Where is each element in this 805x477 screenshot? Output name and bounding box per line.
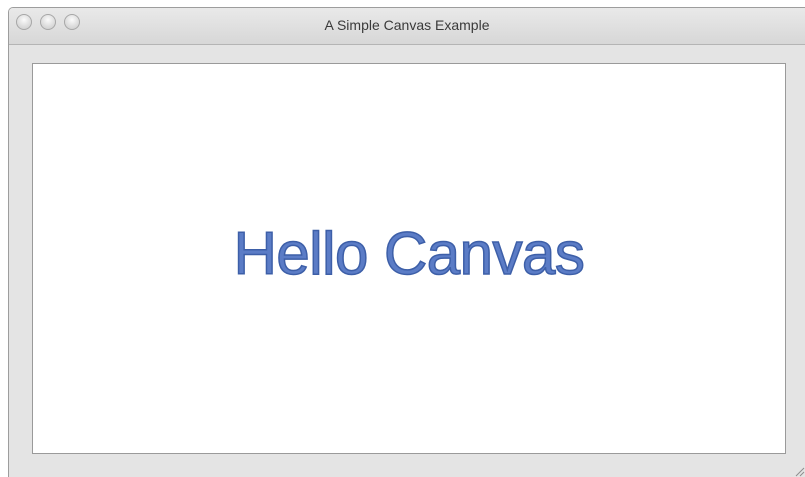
resize-grip-icon[interactable] — [793, 465, 805, 477]
window-title: A Simple Canvas Example — [324, 17, 490, 33]
title-bar[interactable]: A Simple Canvas Example — [9, 8, 805, 45]
app-window: A Simple Canvas Example Hello Canvas — [8, 7, 805, 477]
window-content: Hello Canvas — [9, 45, 805, 477]
canvas-text: Hello Canvas — [233, 219, 586, 288]
drawing-canvas[interactable]: Hello Canvas — [32, 63, 786, 454]
